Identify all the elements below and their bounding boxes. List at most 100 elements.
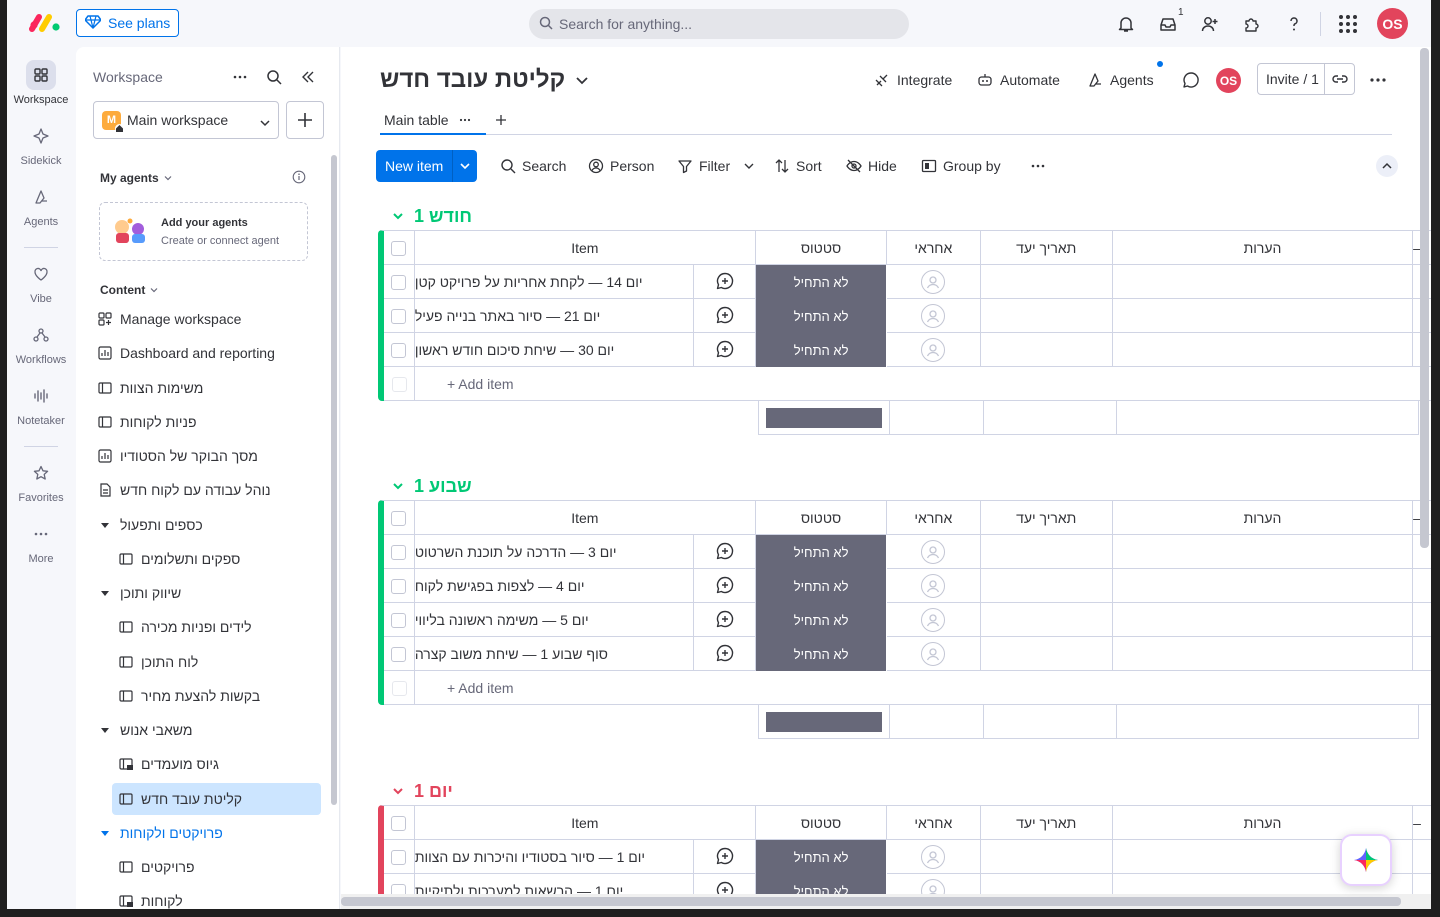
column-header-status[interactable]: סטטוס	[756, 501, 888, 535]
column-header-status[interactable]: סטטוס	[756, 806, 888, 840]
status-cell[interactable]: לא התחיל	[756, 569, 888, 603]
add-update-cell[interactable]	[694, 299, 756, 333]
owner-cell[interactable]	[887, 299, 981, 333]
item-name-cell[interactable]: יום 5 — משימה ראשונה בליווי	[415, 603, 695, 637]
add-update-cell[interactable]	[694, 637, 756, 671]
status-cell[interactable]: לא התחיל	[756, 637, 888, 671]
owner-cell[interactable]	[887, 333, 981, 367]
notes-cell[interactable]	[1113, 299, 1414, 333]
bell-icon[interactable]	[1115, 13, 1137, 35]
add-item-row[interactable]: + Add item	[384, 367, 1431, 401]
collapse-sidebar-icon[interactable]	[300, 69, 316, 88]
date-cell[interactable]	[981, 637, 1113, 671]
sidebar-item[interactable]: פרויקטים	[119, 851, 195, 883]
rail-workspace[interactable]: Workspace	[7, 60, 75, 106]
sidebar-item[interactable]: נוהל עבודה עם לקוח חדש	[98, 474, 271, 506]
add-item-row[interactable]: + Add item	[384, 671, 1431, 705]
my-agents-header[interactable]: My agents	[100, 171, 172, 185]
notes-cell[interactable]	[1113, 265, 1414, 299]
notes-cell[interactable]	[1113, 333, 1414, 367]
add-update-cell[interactable]	[694, 333, 756, 367]
row-checkbox-cell[interactable]	[384, 535, 415, 569]
sidebar-item[interactable]: משימות הצוות	[98, 372, 203, 404]
sidebar-item[interactable]: מסך הבוקר של הסטודיו	[98, 440, 258, 472]
status-cell[interactable]: לא התחיל	[756, 299, 888, 333]
status-cell[interactable]: לא התחיל	[756, 333, 888, 367]
owner-cell[interactable]	[887, 840, 981, 874]
add-update-icon[interactable]	[715, 339, 735, 362]
row-checkbox-cell[interactable]	[384, 603, 415, 637]
row-checkbox-cell[interactable]	[384, 840, 415, 874]
sidebar-search-icon[interactable]	[266, 69, 282, 88]
row-checkbox[interactable]	[391, 342, 407, 358]
invite-button[interactable]: Invite / 1	[1257, 63, 1355, 95]
notes-cell[interactable]	[1113, 535, 1414, 569]
row-checkbox[interactable]	[391, 240, 407, 256]
owner-cell[interactable]	[887, 603, 981, 637]
notes-cell[interactable]	[1113, 637, 1414, 671]
owner-cell[interactable]	[887, 569, 981, 603]
item-name-cell[interactable]: יום 4 — לצפות בפגישת לקוח	[415, 569, 695, 603]
rail-sidekick[interactable]: Sidekick	[7, 121, 75, 167]
column-header-owner[interactable]: אחראי	[887, 806, 981, 840]
add-update-cell[interactable]	[694, 265, 756, 299]
sidebar-folder[interactable]: כספים ותפעול	[98, 509, 203, 541]
notes-cell[interactable]	[1113, 603, 1414, 637]
automate-button[interactable]: Automate	[977, 69, 1060, 91]
row-checkbox[interactable]	[391, 544, 407, 560]
chevron-down-icon[interactable]	[392, 785, 404, 797]
select-all-cell[interactable]	[384, 231, 415, 265]
add-update-icon[interactable]	[715, 541, 735, 564]
add-item-input[interactable]: + Add item	[415, 671, 1415, 705]
rail-agents[interactable]: Agents	[7, 182, 75, 228]
date-cell[interactable]	[981, 333, 1113, 367]
invite-user-icon[interactable]	[1199, 13, 1221, 35]
rail-workflows[interactable]: Workflows	[7, 320, 75, 366]
date-cell[interactable]	[981, 299, 1113, 333]
board-owner-avatar[interactable]: OS	[1216, 68, 1241, 93]
row-checkbox[interactable]	[391, 646, 407, 662]
column-header-date[interactable]: תאריך יעד	[981, 806, 1113, 840]
row-checkbox[interactable]	[391, 510, 407, 526]
add-update-cell[interactable]	[694, 603, 756, 637]
user-avatar[interactable]: OS	[1377, 8, 1408, 39]
global-search-input[interactable]: Search for anything...	[529, 9, 909, 39]
workspace-selector[interactable]: M Main workspace	[93, 101, 279, 139]
monday-logo[interactable]	[29, 13, 63, 33]
row-checkbox-cell[interactable]	[384, 637, 415, 671]
sidebar-item[interactable]: בקשות להצעת מחיר	[119, 680, 260, 712]
sidebar-item[interactable]: Dashboard and reporting	[98, 337, 275, 369]
add-agents-card[interactable]: Add your agents Create or connect agent	[99, 202, 308, 261]
sidebar-item[interactable]: פניות לקוחות	[98, 406, 197, 438]
row-checkbox[interactable]	[391, 274, 407, 290]
date-cell[interactable]	[981, 603, 1113, 637]
ai-assistant-button[interactable]	[1340, 834, 1392, 886]
group-title[interactable]: יום 1	[392, 778, 453, 804]
board-title[interactable]: קליטת עובד חדש	[380, 66, 589, 94]
status-cell[interactable]: לא התחיל	[756, 603, 888, 637]
owner-cell[interactable]	[887, 535, 981, 569]
add-update-cell[interactable]	[694, 535, 756, 569]
item-name-cell[interactable]: יום 3 — הדרכה על תוכנת השרטוט	[415, 535, 695, 569]
tab-main-table[interactable]: Main table	[380, 107, 486, 135]
sidebar-item[interactable]: קליטת עובד חדש	[112, 782, 321, 815]
rail-favorites[interactable]: Favorites	[7, 458, 75, 504]
date-cell[interactable]	[981, 569, 1113, 603]
sidebar-item[interactable]: Manage workspace	[98, 303, 241, 335]
status-cell[interactable]: לא התחיל	[756, 265, 888, 299]
chevron-down-icon[interactable]	[453, 161, 477, 171]
chevron-down-icon[interactable]	[392, 480, 404, 492]
row-checkbox-cell[interactable]	[384, 299, 415, 333]
chevron-down-icon[interactable]	[392, 210, 404, 222]
row-checkbox[interactable]	[391, 815, 407, 831]
inbox-icon[interactable]	[1157, 13, 1179, 35]
group-by-button[interactable]: Group by	[921, 150, 1001, 182]
sidebar-options-icon[interactable]	[232, 69, 248, 88]
sidebar-item[interactable]: לידים ופניות מכירה	[119, 611, 252, 643]
add-workspace-item-button[interactable]	[286, 101, 324, 139]
owner-cell[interactable]	[887, 637, 981, 671]
sidebar-item[interactable]: ספקים ותשלומים	[119, 543, 240, 575]
sidebar-folder[interactable]: פרויקטים ולקוחות	[98, 817, 223, 849]
person-filter-button[interactable]: Person	[588, 150, 654, 182]
item-name-cell[interactable]: יום 21 — סיור באתר בנייה פעיל	[415, 299, 695, 333]
